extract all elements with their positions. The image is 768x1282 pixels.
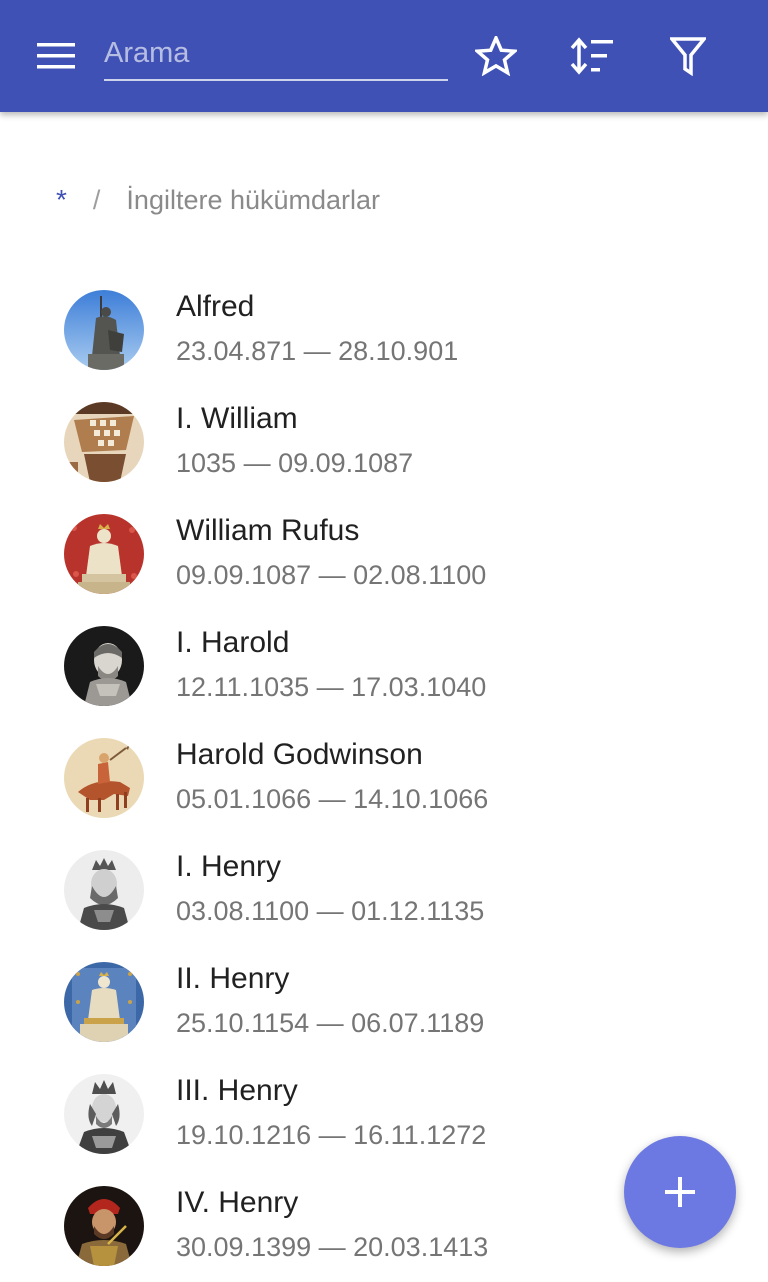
search-input[interactable]	[104, 24, 448, 80]
filter-icon	[670, 37, 706, 76]
ruler-name: William Rufus	[176, 514, 360, 547]
ruler-row-william-i[interactable]: I. William 1035 — 09.09.1087	[0, 386, 768, 498]
star-outline-icon	[475, 36, 517, 76]
ruler-name: III. Henry	[176, 1074, 298, 1107]
ruler-dates: 05.01.1066 — 14.10.1066	[176, 784, 489, 814]
ruler-dates: 23.04.871 — 28.10.901	[176, 336, 459, 366]
hamburger-menu-icon	[37, 43, 75, 69]
breadcrumb-root[interactable]: *	[56, 184, 67, 216]
ruler-avatar	[64, 626, 144, 706]
ruler-dates: 1035 — 09.09.1087	[176, 448, 414, 478]
ruler-name: IV. Henry	[176, 1186, 299, 1219]
ruler-row-harold-godwinson[interactable]: Harold Godwinson 05.01.1066 — 14.10.1066	[0, 722, 768, 834]
search-underline	[104, 79, 448, 81]
ruler-avatar	[64, 1186, 144, 1266]
ruler-row-henry-i[interactable]: I. Henry 03.08.1100 — 01.12.1135	[0, 834, 768, 946]
search-box	[104, 24, 448, 82]
ruler-avatar	[64, 402, 144, 482]
breadcrumb: * / İngiltere hükümdarlar	[56, 180, 380, 220]
ruler-name: II. Henry	[176, 962, 290, 995]
menu-button[interactable]	[26, 32, 86, 80]
ruler-avatar	[64, 290, 144, 370]
ruler-avatar	[64, 514, 144, 594]
ruler-avatar	[64, 850, 144, 930]
app-bar	[0, 0, 768, 112]
ruler-row-henry-ii[interactable]: II. Henry 25.10.1154 — 06.07.1189	[0, 946, 768, 1058]
ruler-name: I. William	[176, 402, 298, 435]
ruler-dates: 25.10.1154 — 06.07.1189	[176, 1008, 485, 1038]
ruler-avatar	[64, 1074, 144, 1154]
rulers-list: Alfred 23.04.871 — 28.10.901 I. William …	[0, 274, 768, 1282]
ruler-name: Alfred	[176, 290, 255, 323]
sort-icon	[570, 37, 613, 75]
breadcrumb-separator: /	[92, 184, 101, 215]
add-button[interactable]	[624, 1136, 736, 1248]
sort-button[interactable]	[562, 30, 622, 82]
ruler-dates: 30.09.1399 — 20.03.1413	[176, 1232, 489, 1262]
ruler-dates: 09.09.1087 — 02.08.1100	[176, 560, 487, 590]
ruler-name: I. Henry	[176, 850, 282, 883]
plus-icon	[665, 1177, 695, 1207]
ruler-name: Harold Godwinson	[176, 738, 423, 771]
breadcrumb-current: İngiltere hükümdarlar	[126, 184, 381, 215]
ruler-row-alfred[interactable]: Alfred 23.04.871 — 28.10.901	[0, 274, 768, 386]
ruler-dates: 12.11.1035 — 17.03.1040	[176, 672, 487, 702]
ruler-name: I. Harold	[176, 626, 290, 659]
favorites-button[interactable]	[468, 30, 524, 82]
ruler-row-harold-i[interactable]: I. Harold 12.11.1035 — 17.03.1040	[0, 610, 768, 722]
ruler-avatar	[64, 738, 144, 818]
ruler-dates: 19.10.1216 — 16.11.1272	[176, 1120, 487, 1150]
ruler-avatar	[64, 962, 144, 1042]
ruler-dates: 03.08.1100 — 01.12.1135	[176, 896, 485, 926]
filter-button[interactable]	[662, 30, 714, 82]
ruler-row-william-rufus[interactable]: William Rufus 09.09.1087 — 02.08.1100	[0, 498, 768, 610]
